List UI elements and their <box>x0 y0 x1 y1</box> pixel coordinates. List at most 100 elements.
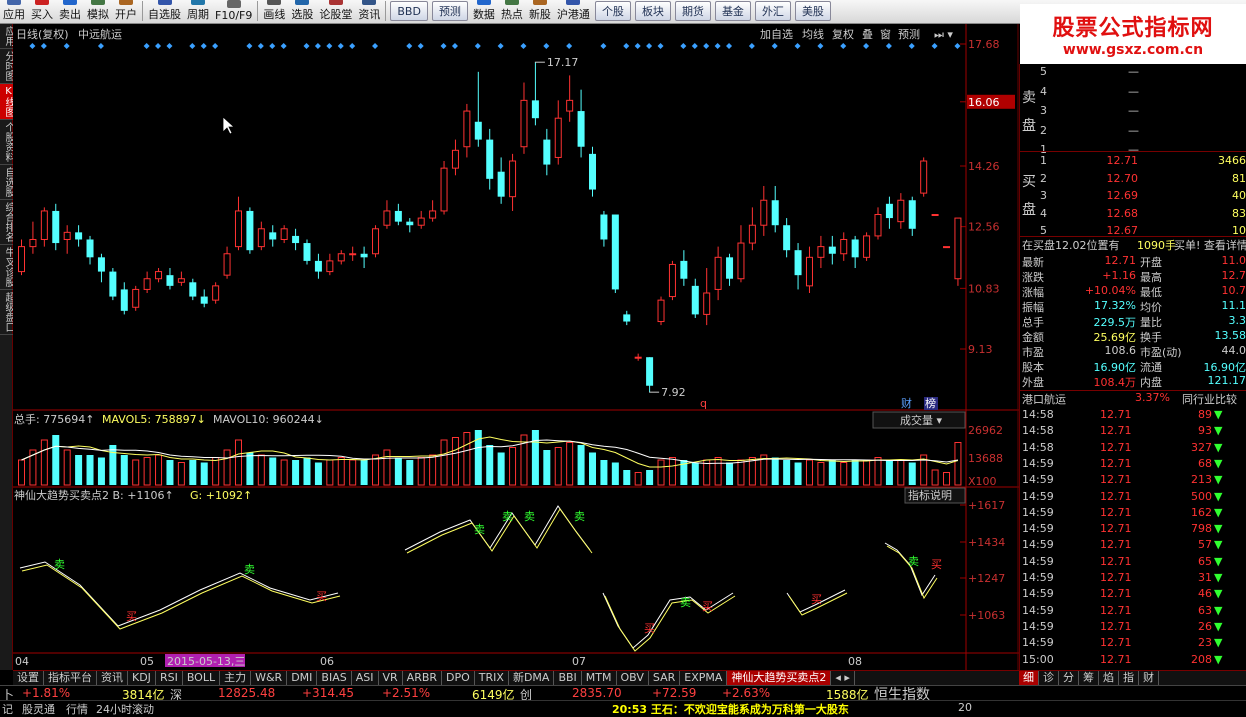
sell-level-5-cell: 5 <box>1040 65 1047 78</box>
kline-chart[interactable]: 日线(复权) 中远航运 加自选 均线 复权叠窗预测 ⏭ ▾ 17.68 16.06 14.26 1… <box>0 0 1019 670</box>
right-tab-2[interactable]: 分 <box>1059 671 1079 685</box>
indicator-tab-15[interactable]: 新DMA <box>509 671 555 685</box>
indicator-tab-0[interactable]: 设置 <box>13 671 44 685</box>
volume-bar-down <box>166 460 174 485</box>
volume-bar-down <box>794 462 802 485</box>
candle-body-up <box>257 228 265 248</box>
stat-row-1-cell: 最高 <box>1140 271 1162 284</box>
chart-header-btn-2[interactable]: 复权 <box>832 27 854 41</box>
indicator-buy-mark: 买 <box>702 600 713 613</box>
right-tab-3[interactable]: 筹 <box>1079 671 1099 685</box>
indicator-sell-mark: 卖 <box>54 558 65 571</box>
chart-header-btn-0[interactable]: 加自选 <box>760 28 793 41</box>
volume-bar-up <box>931 469 939 486</box>
tick-row-cell: ▼ <box>1214 440 1223 454</box>
chart-header-btn-5[interactable]: 预测 <box>898 28 920 41</box>
indicator-tab-17[interactable]: MTM <box>582 671 617 685</box>
right-tab-4[interactable]: 焰 <box>1099 671 1119 685</box>
tick-row: 14:59 12.71 46 ▼ <box>1020 587 1246 602</box>
volume-bar-down <box>611 462 619 485</box>
right-tab-5[interactable]: 指 <box>1119 671 1139 685</box>
finance-badge[interactable]: 财 <box>901 396 912 410</box>
low-price-label: 7.92 <box>661 386 686 399</box>
right-tab-6[interactable]: 财 <box>1139 671 1159 685</box>
candle-body-down <box>497 171 505 197</box>
volume-bar-up <box>155 454 163 486</box>
indicator-tab-12[interactable]: ARBR <box>403 671 443 685</box>
volume-bar-up <box>657 459 665 486</box>
indicator-tab-14[interactable]: TRIX <box>475 671 509 685</box>
candle-body-up <box>874 214 882 237</box>
buy-info[interactable]: 在买盘12.02位置有 1090手 买单! 查看详情 <box>1020 236 1246 252</box>
indicator-tab-16[interactable]: BBI <box>554 671 582 685</box>
candle-body-down <box>109 271 117 297</box>
volume-bar-up <box>817 462 825 486</box>
rank-badge[interactable]: 榜 <box>925 396 936 410</box>
indicator-tab-2[interactable]: 资讯 <box>97 671 128 685</box>
indicator-tab-8[interactable]: DMI <box>287 671 318 685</box>
chart-header-btn-1[interactable]: 均线 <box>802 27 824 41</box>
indicator-tab-13[interactable]: DPO <box>442 671 475 685</box>
indicator-tab-6[interactable]: 主力 <box>220 671 252 685</box>
news-mark[interactable]: 记 <box>2 701 13 717</box>
indicator-axis-label: +1063 <box>968 609 1005 622</box>
volume-bar-up <box>440 439 448 486</box>
indicator-tab-4[interactable]: RSI <box>156 671 183 685</box>
candle-body-down <box>97 257 105 272</box>
candle-body-up <box>657 299 665 323</box>
candle-body-up <box>349 253 357 256</box>
candle-body-down <box>794 250 802 276</box>
tick-row-cell: 213 <box>1191 473 1212 487</box>
indicator-tab-7[interactable]: W&R <box>251 671 288 685</box>
date-axis-label: 06 <box>320 655 334 668</box>
stat-row-8-cell: 121.17 <box>1207 374 1246 387</box>
indicator-tab-3[interactable]: KDJ <box>128 671 156 685</box>
tick-row-cell: 14:59 <box>1022 603 1054 617</box>
candle-body-up <box>18 246 25 273</box>
indicator-tab-10[interactable]: ASI <box>352 671 379 685</box>
right-tab-0[interactable]: 细 <box>1019 671 1039 685</box>
price-axis-label: 12.56 <box>968 221 1000 234</box>
tick-row-cell: 57 <box>1198 538 1212 552</box>
news-quote[interactable]: 行情 <box>66 701 88 717</box>
volume-bar-up <box>40 439 48 486</box>
indicator-axis-label: +1617 <box>968 499 1005 512</box>
volume-bar-up <box>509 447 517 486</box>
right-tab-1[interactable]: 诊 <box>1039 671 1059 685</box>
tick-row: 14:59 12.71 68 ▼ <box>1020 457 1246 472</box>
stat-row-3-cell: 17.32% <box>1094 299 1136 312</box>
candle-body-up <box>863 235 871 258</box>
chart-header-btn-3[interactable]: 叠 <box>862 28 873 41</box>
indicator-tab-11[interactable]: VR <box>379 671 403 685</box>
date-axis-label: 08 <box>848 655 862 668</box>
chart-period[interactable]: 日线(复权) <box>16 27 69 41</box>
news-gulingtong[interactable]: 股灵通 <box>22 701 55 717</box>
indicator-tab-5[interactable]: BOLL <box>183 671 221 685</box>
indicator-tab-21[interactable]: 神仙大趋势买卖点2 <box>727 671 832 685</box>
indicator-tab-9[interactable]: BIAS <box>317 671 352 685</box>
volume-bar-down <box>771 457 779 485</box>
stat-row-3-cell: 11.1 <box>1221 299 1246 312</box>
chart-header-btn-4[interactable]: 窗 <box>880 27 891 41</box>
indicator-tab-18[interactable]: OBV <box>617 671 649 685</box>
candle-body-down <box>531 100 539 119</box>
sell-level-2: 2— <box>1020 124 1246 139</box>
news-headline[interactable]: 20:53 王石：不欢迎宝能系成为万科第一大股东 <box>612 701 849 717</box>
tabs-scroll-arrows[interactable]: ◂ ▸ <box>831 671 855 685</box>
volume-bar-up <box>566 442 574 486</box>
tick-row-cell: ▼ <box>1214 424 1223 438</box>
volume-bar-up <box>668 457 676 486</box>
indicator-axis-label: +1247 <box>968 572 1005 585</box>
chart-arrow-btn[interactable]: ⏭ ▾ <box>934 28 953 41</box>
candle-body-down <box>246 210 254 251</box>
indicator-tab-20[interactable]: EXPMA <box>680 671 728 685</box>
tick-row-cell: 208 <box>1191 652 1212 666</box>
tick-row: 14:59 12.71 798 ▼ <box>1020 522 1246 537</box>
tick-row: 14:59 12.71 23 ▼ <box>1020 636 1246 651</box>
indicator-tab-19[interactable]: SAR <box>649 671 681 685</box>
sell-level-2-cell: 2 <box>1040 123 1047 137</box>
indicator-tab-1[interactable]: 指标平台 <box>44 671 97 685</box>
news-rolling[interactable]: 24小时滚动 <box>96 701 154 717</box>
event-badge[interactable]: q <box>700 397 707 410</box>
candle-body-up <box>760 199 768 226</box>
